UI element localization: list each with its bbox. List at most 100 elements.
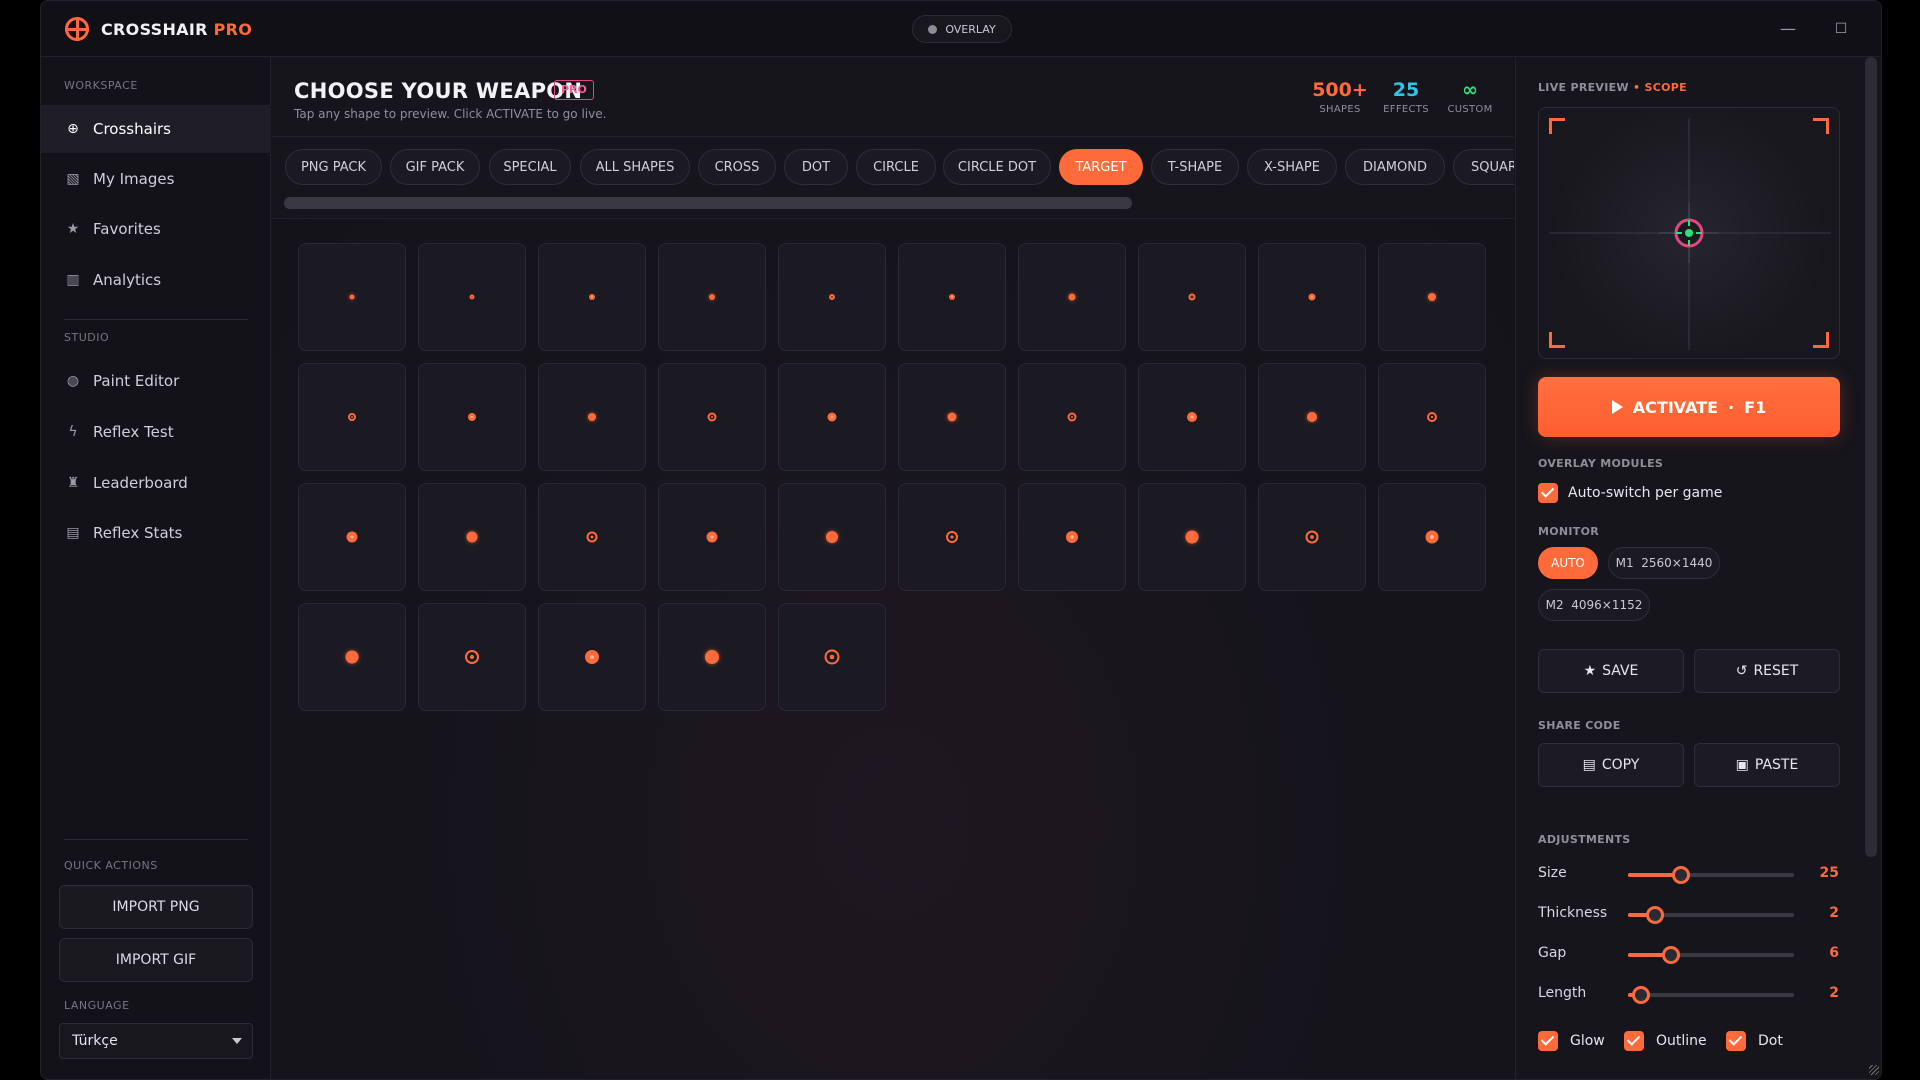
shape-tile[interactable] [658, 483, 766, 591]
star-icon: ★ [66, 221, 80, 237]
tab-special[interactable]: SPECIAL [489, 149, 571, 185]
import-gif-button[interactable]: IMPORT GIF [59, 938, 253, 982]
copy-button[interactable]: ▤ COPY [1538, 743, 1684, 787]
sidebar-item-reflex-test[interactable]: ϟ Reflex Test [41, 408, 271, 456]
live-preview-label: LIVE PREVIEW • SCOPE [1538, 81, 1687, 94]
shape-tile[interactable] [1018, 363, 1126, 471]
shape-tile[interactable] [1138, 483, 1246, 591]
save-label: SAVE [1602, 663, 1639, 679]
shape-tile[interactable] [418, 363, 526, 471]
overlay-toggle[interactable]: OVERLAY [912, 15, 1012, 43]
sidebar-item-label: Paint Editor [93, 372, 180, 390]
shape-tile[interactable] [778, 243, 886, 351]
activate-button[interactable]: ACTIVATE · F1 [1538, 377, 1840, 437]
sidebar-item-paint-editor[interactable]: ◍ Paint Editor [41, 357, 271, 405]
shape-tile[interactable] [1258, 243, 1366, 351]
monitor-auto-button[interactable]: AUTO [1538, 547, 1598, 579]
tab-all-shapes[interactable]: ALL SHAPES [580, 149, 690, 185]
auto-switch-checkbox[interactable] [1538, 483, 1558, 503]
adjustment-slider-size[interactable] [1628, 866, 1794, 884]
shape-tile[interactable] [1378, 363, 1486, 471]
tab-target[interactable]: TARGET [1059, 149, 1143, 185]
tab-circle[interactable]: CIRCLE [856, 149, 936, 185]
shape-tile[interactable] [418, 603, 526, 711]
sidebar-item-analytics[interactable]: ▥ Analytics [41, 256, 271, 304]
shape-tile[interactable] [898, 363, 1006, 471]
shape-tile[interactable] [1378, 243, 1486, 351]
tab-gif-pack[interactable]: GIF PACK [390, 149, 480, 185]
palette-icon: ◍ [66, 373, 80, 389]
shape-tile[interactable] [898, 243, 1006, 351]
tab-png-pack[interactable]: PNG PACK [285, 149, 382, 185]
target-shape-icon [1305, 530, 1319, 544]
shape-tile[interactable] [1258, 483, 1366, 591]
tab-circle-dot[interactable]: CIRCLE DOT [943, 149, 1051, 185]
tabs-scrollbar[interactable] [284, 197, 1132, 209]
shape-tile[interactable] [658, 363, 766, 471]
shape-tile[interactable] [658, 243, 766, 351]
auto-switch-label: Auto-switch per game [1568, 485, 1723, 501]
slider-thumb[interactable] [1672, 866, 1691, 884]
shape-tile[interactable] [298, 243, 406, 351]
slider-thumb[interactable] [1645, 906, 1664, 924]
adjustment-label: Size [1538, 865, 1567, 881]
title-bar: CROSSHAIR PRO OVERLAY — ☐ ✕ [41, 1, 1881, 57]
adjustment-slider-gap[interactable] [1628, 946, 1794, 964]
sidebar-item-label: My Images [93, 170, 175, 188]
tab-dot[interactable]: DOT [784, 149, 848, 185]
tab-x-shape[interactable]: X-SHAPE [1247, 149, 1337, 185]
language-select[interactable]: Türkçe [59, 1023, 253, 1059]
shape-tile[interactable] [1018, 483, 1126, 591]
sidebar-item-favorites[interactable]: ★ Favorites [41, 205, 271, 253]
resize-grip-icon[interactable] [1869, 1065, 1879, 1075]
reset-button[interactable]: ↺ RESET [1694, 649, 1840, 693]
shape-tile[interactable] [538, 603, 646, 711]
shape-tile[interactable] [418, 243, 526, 351]
shape-tile[interactable] [778, 603, 886, 711]
shape-tile[interactable] [298, 603, 406, 711]
adjustment-label: Gap [1538, 945, 1567, 961]
dot-checkbox[interactable] [1726, 1031, 1746, 1051]
adjustment-slider-thickness[interactable] [1628, 906, 1794, 924]
shape-tile[interactable] [418, 483, 526, 591]
monitor-m1-button[interactable]: M1 2560×1440 [1608, 547, 1720, 579]
tab-t-shape[interactable]: T-SHAPE [1151, 149, 1239, 185]
sidebar-item-leaderboard[interactable]: ♜ Leaderboard [41, 459, 271, 507]
shape-tile[interactable] [1378, 483, 1486, 591]
maximize-icon[interactable]: ☐ [1829, 17, 1853, 41]
paste-button[interactable]: ▣ PASTE [1694, 743, 1840, 787]
shape-tile[interactable] [1258, 363, 1366, 471]
shape-tile[interactable] [778, 483, 886, 591]
tab-cross[interactable]: CROSS [698, 149, 776, 185]
sidebar-item-crosshairs[interactable]: ⊕ Crosshairs [41, 105, 271, 153]
slider-thumb[interactable] [1662, 946, 1681, 964]
tab-diamond[interactable]: DIAMOND [1345, 149, 1445, 185]
import-png-button[interactable]: IMPORT PNG [59, 885, 253, 929]
slider-thumb[interactable] [1632, 986, 1651, 1004]
sidebar-item-my-images[interactable]: ▧ My Images [41, 155, 271, 203]
shape-tile[interactable] [898, 483, 1006, 591]
panel-scrollbar[interactable] [1865, 57, 1877, 857]
outline-checkbox[interactable] [1624, 1031, 1644, 1051]
shape-tile[interactable] [298, 363, 406, 471]
target-shape-icon [1307, 412, 1317, 422]
shape-tile[interactable] [658, 603, 766, 711]
shape-tile[interactable] [538, 363, 646, 471]
shape-tile[interactable] [1018, 243, 1126, 351]
target-shape-icon [829, 294, 835, 300]
monitor-m2-button[interactable]: M2 4096×1152 [1538, 589, 1650, 621]
preview-label-text: LIVE PREVIEW [1538, 81, 1629, 94]
shape-tile[interactable] [1138, 363, 1246, 471]
shape-tile[interactable] [778, 363, 886, 471]
shape-tile[interactable] [298, 483, 406, 591]
shape-tile[interactable] [538, 483, 646, 591]
glow-checkbox[interactable] [1538, 1031, 1558, 1051]
shape-tile[interactable] [538, 243, 646, 351]
adjustment-slider-length[interactable] [1628, 986, 1794, 1004]
save-button[interactable]: ★ SAVE [1538, 649, 1684, 693]
tab-square[interactable]: SQUAR [1453, 149, 1514, 185]
scope-crosshair-icon [1549, 118, 1831, 350]
minimize-icon[interactable]: — [1776, 17, 1800, 41]
sidebar-item-reflex-stats[interactable]: ▤ Reflex Stats [41, 509, 271, 557]
shape-tile[interactable] [1138, 243, 1246, 351]
